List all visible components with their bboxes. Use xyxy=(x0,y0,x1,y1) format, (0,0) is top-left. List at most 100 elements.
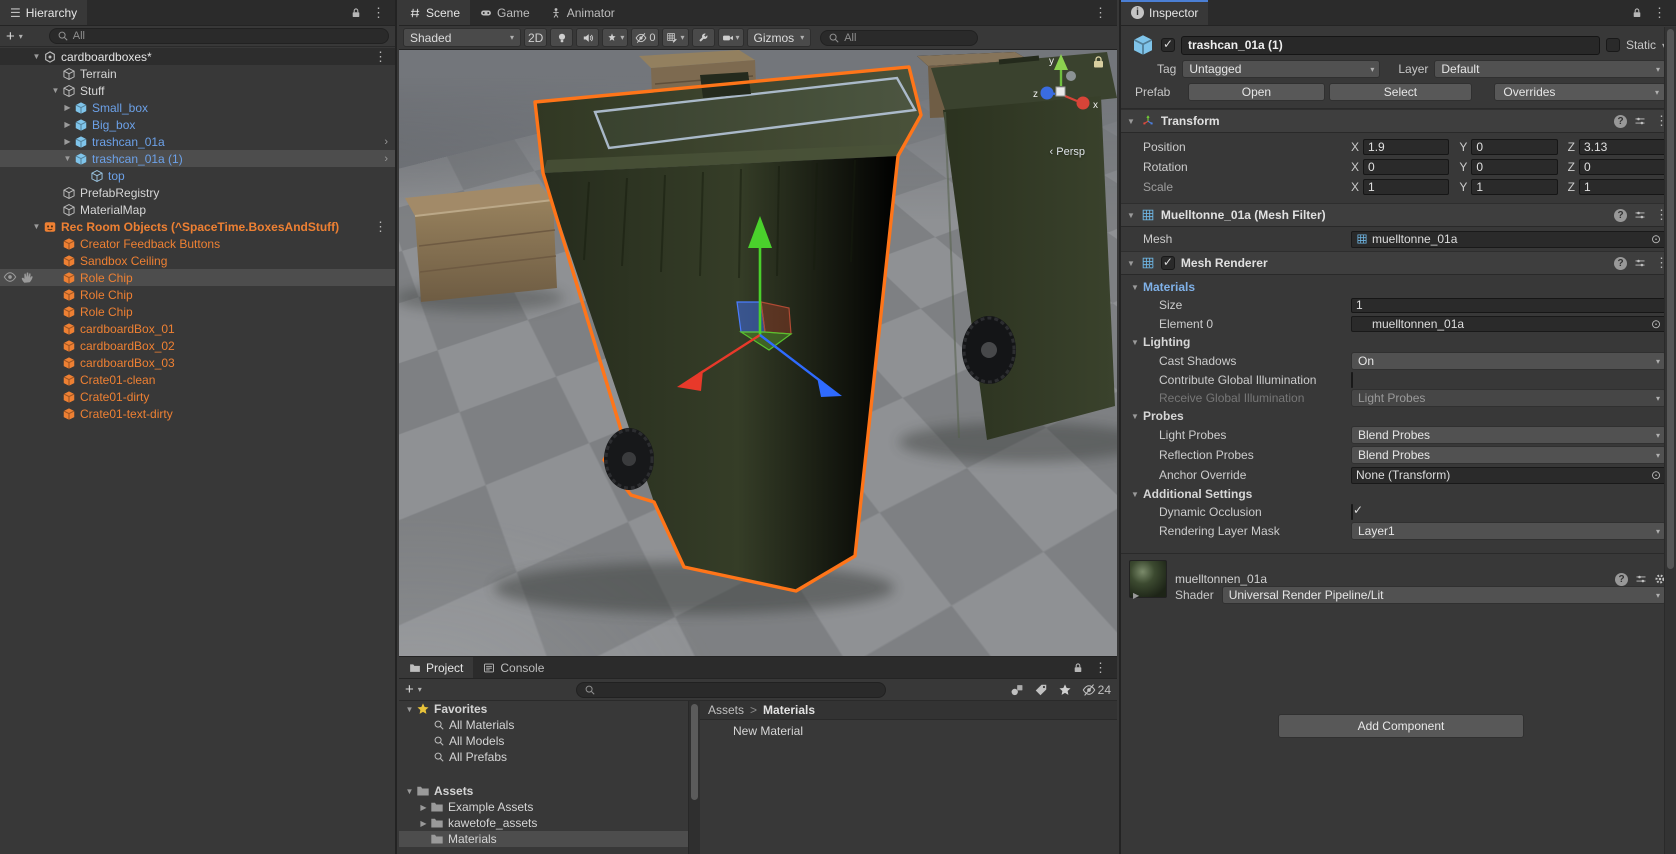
lock-icon[interactable] xyxy=(1631,7,1643,19)
foldout-open-icon[interactable]: ▼ xyxy=(61,154,74,163)
scene-camera-dropdown[interactable]: ▾ xyxy=(718,28,744,47)
tab-animator[interactable]: Animator xyxy=(540,0,625,25)
foldout-open-icon[interactable]: ▼ xyxy=(403,705,416,714)
hierarchy-row-crate01-dirty[interactable]: Crate01-dirty xyxy=(0,388,395,405)
help-icon[interactable]: ? xyxy=(1615,573,1628,586)
transform-header[interactable]: ▼ Transform ? ⋮ xyxy=(1121,109,1676,133)
lighting-foldout[interactable]: ▼ Lighting xyxy=(1121,333,1676,351)
project-tree-scrollbar[interactable] xyxy=(688,701,700,854)
scene-lighting-button[interactable] xyxy=(550,28,573,47)
help-icon[interactable]: ? xyxy=(1614,115,1627,128)
gameobject-cube-icon[interactable] xyxy=(1131,33,1155,57)
foldout-closed-icon[interactable]: ▶ xyxy=(417,819,430,828)
tab-game[interactable]: Game xyxy=(470,0,540,25)
presets-icon[interactable] xyxy=(1634,209,1646,221)
favorites-all-prefabs[interactable]: All Prefabs xyxy=(399,749,688,765)
hierarchy-row-role-chip-2[interactable]: Role Chip xyxy=(0,286,395,303)
hierarchy-search-input[interactable]: All xyxy=(49,28,389,44)
kebab-menu-icon[interactable]: ⋮ xyxy=(370,5,387,21)
search-by-type-icon[interactable] xyxy=(1010,683,1024,697)
foldout-open-icon[interactable]: ▼ xyxy=(49,86,62,95)
presets-icon[interactable] xyxy=(1635,573,1647,585)
view-axis-x[interactable] xyxy=(1077,97,1090,110)
hierarchy-row-role-chip-3[interactable]: Role Chip xyxy=(0,303,395,320)
folder-materials[interactable]: Materials xyxy=(399,831,688,847)
hierarchy-row-cardboardbox-02[interactable]: cardboardBox_02 xyxy=(0,337,395,354)
trashcan-background[interactable] xyxy=(931,52,1117,440)
scale-z-field[interactable]: 1 xyxy=(1579,179,1666,195)
layer-dropdown[interactable]: Default▾ xyxy=(1434,60,1666,78)
gizmos-dropdown[interactable]: Gizmos ▾ xyxy=(747,28,812,47)
hierarchy-row-trashcan-01a-1[interactable]: ▼ trashcan_01a (1) › xyxy=(0,150,395,167)
search-by-label-icon[interactable] xyxy=(1034,683,1048,697)
toggle-2d-button[interactable]: 2D xyxy=(524,28,547,47)
prefab-open-button[interactable]: Open xyxy=(1188,83,1324,101)
static-checkbox[interactable] xyxy=(1606,38,1620,52)
hierarchy-row-role-chip-1[interactable]: Role Chip xyxy=(0,269,395,286)
scene-effects-dropdown[interactable]: ▾ xyxy=(602,28,628,47)
tab-inspector[interactable]: i Inspector xyxy=(1121,0,1208,25)
view-gizmo-center-cube[interactable] xyxy=(1056,87,1065,96)
folder-example-assets[interactable]: ▶ Example Assets xyxy=(399,799,688,815)
foldout-open-icon[interactable]: ▼ xyxy=(1127,117,1135,126)
hierarchy-row-crate01-clean[interactable]: Crate01-clean xyxy=(0,371,395,388)
folder-kawetofe-assets[interactable]: ▶ kawetofe_assets xyxy=(399,815,688,831)
scene-header-row[interactable]: ▼ cardboardboxes* ⋮ xyxy=(0,48,395,65)
hierarchy-row-sandbox-ceiling[interactable]: Sandbox Ceiling xyxy=(0,252,395,269)
position-x-field[interactable]: 1.9 xyxy=(1363,139,1449,155)
create-button[interactable]: + xyxy=(6,29,15,44)
position-y-field[interactable]: 0 xyxy=(1471,139,1557,155)
cast-shadows-dropdown[interactable]: On▾ xyxy=(1351,352,1666,370)
kebab-menu-icon[interactable]: ⋮ xyxy=(372,49,389,65)
assets-folder[interactable]: ▼ Assets xyxy=(399,783,688,799)
foldout-open-icon[interactable]: ▼ xyxy=(30,222,43,231)
hierarchy-row-creator-feedback[interactable]: Creator Feedback Buttons xyxy=(0,235,395,252)
tab-project[interactable]: Project xyxy=(399,657,473,678)
cardboard-box-left[interactable] xyxy=(405,184,557,302)
prefab-arrow-icon[interactable]: › xyxy=(384,136,388,148)
presets-icon[interactable] xyxy=(1634,115,1646,127)
lock-icon[interactable] xyxy=(1072,662,1084,674)
visibility-eye-icon[interactable] xyxy=(3,270,17,284)
lock-icon[interactable] xyxy=(350,7,362,19)
favorites-all-models[interactable]: All Models xyxy=(399,733,688,749)
foldout-open-icon[interactable]: ▼ xyxy=(30,52,43,61)
hierarchy-row-materialmap[interactable]: MaterialMap xyxy=(0,201,395,218)
rotation-y-field[interactable]: 0 xyxy=(1471,159,1557,175)
rendering-layer-mask-dropdown[interactable]: Layer1▾ xyxy=(1351,522,1666,540)
favorites-folder[interactable]: ▼ Favorites xyxy=(399,701,688,717)
project-search-input[interactable] xyxy=(576,682,886,698)
foldout-closed-icon[interactable]: ▶ xyxy=(1133,591,1139,600)
foldout-closed-icon[interactable]: ▶ xyxy=(61,103,74,112)
element0-object-field[interactable]: muelltonnen_01a ⊙ xyxy=(1351,316,1666,332)
materials-size-field[interactable]: 1 xyxy=(1351,298,1666,313)
hierarchy-row-stuff[interactable]: ▼ Stuff xyxy=(0,82,395,99)
foldout-closed-icon[interactable]: ▶ xyxy=(61,120,74,129)
favorites-star-icon[interactable] xyxy=(1058,683,1072,697)
hierarchy-row-top[interactable]: top xyxy=(0,167,395,184)
tab-scene[interactable]: Scene xyxy=(399,0,470,25)
scene-audio-button[interactable] xyxy=(576,28,599,47)
kebab-menu-icon[interactable]: ⋮ xyxy=(1092,660,1109,676)
prefab-arrow-icon[interactable]: › xyxy=(384,153,388,165)
foldout-open-icon[interactable]: ▼ xyxy=(1127,259,1135,268)
hierarchy-row-big-box[interactable]: ▶ Big_box xyxy=(0,116,395,133)
create-dropdown-caret[interactable]: ▾ xyxy=(19,32,23,41)
materials-foldout[interactable]: ▼ Materials xyxy=(1121,278,1676,296)
scene-search-input[interactable]: All xyxy=(820,30,978,46)
draw-mode-dropdown[interactable]: Shaded ▾ xyxy=(403,28,521,47)
kebab-menu-icon[interactable]: ⋮ xyxy=(1092,5,1109,21)
inspector-scrollbar[interactable] xyxy=(1664,27,1676,854)
foldout-open-icon[interactable]: ▼ xyxy=(1127,211,1135,220)
grid-visibility-dropdown[interactable]: ▾ xyxy=(662,28,688,47)
create-dropdown-caret[interactable]: ▾ xyxy=(418,685,422,694)
scale-y-field[interactable]: 1 xyxy=(1471,179,1557,195)
rotation-z-field[interactable]: 0 xyxy=(1579,159,1666,175)
position-z-field[interactable]: 3.13 xyxy=(1579,139,1666,155)
scene-visibility-button[interactable]: 0 xyxy=(631,28,659,47)
mesh-filter-header[interactable]: ▼ Muelltonne_01a (Mesh Filter) ? ⋮ xyxy=(1121,203,1676,227)
object-picker-icon[interactable]: ⊙ xyxy=(1651,232,1661,246)
scene-tools-button[interactable] xyxy=(692,28,715,47)
mesh-object-field[interactable]: muelltonne_01a ⊙ xyxy=(1351,231,1666,248)
asset-new-material[interactable]: New Material xyxy=(700,720,1117,738)
